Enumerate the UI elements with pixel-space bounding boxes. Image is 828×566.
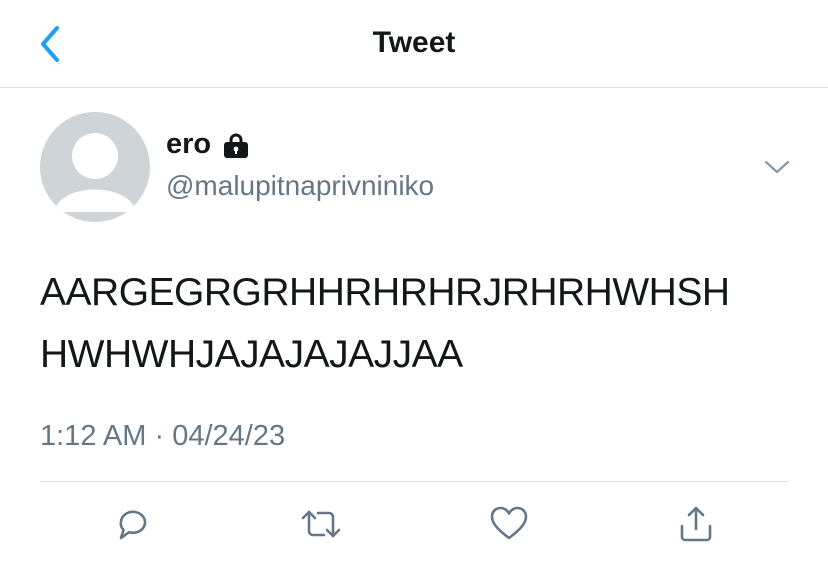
tweet-actions [0, 500, 828, 550]
tweet-text: AARGEGRGRHHRHRHRJRHRHWHSH HWHWHJAJAJAJAJ… [40, 262, 800, 386]
reply-button[interactable] [109, 500, 157, 548]
lock-icon [224, 133, 249, 158]
heart-icon [490, 506, 528, 540]
tweet-timestamp: 1:12 AM · 04/24/23 [40, 420, 285, 453]
tweet-time: 1:12 AM [40, 420, 147, 452]
display-name: ero [166, 128, 212, 160]
meta-separator: · [154, 420, 165, 452]
share-button[interactable] [672, 500, 720, 548]
avatar[interactable] [40, 112, 150, 222]
default-avatar-icon [54, 133, 136, 212]
tweet-options-button[interactable] [760, 150, 794, 184]
divider [40, 481, 788, 482]
chevron-down-icon [764, 160, 790, 174]
tweet-text-line: AARGEGRGRHHRHRHRJRHRHWHSH [40, 271, 730, 314]
retweet-icon [301, 510, 341, 538]
share-icon [680, 506, 712, 542]
author-name-row[interactable]: ero [166, 128, 251, 161]
page-title: Tweet [372, 26, 456, 59]
tweet-date: 04/24/23 [172, 420, 286, 452]
reply-icon [119, 510, 147, 540]
nav-bar: Tweet [0, 0, 828, 88]
author-handle[interactable]: @malupitnaprivniniko [166, 170, 434, 202]
tweet-text-line: HWHWHJAJAJAJAJJAA [40, 333, 463, 376]
like-button[interactable] [485, 500, 533, 548]
retweet-button[interactable] [297, 500, 345, 548]
